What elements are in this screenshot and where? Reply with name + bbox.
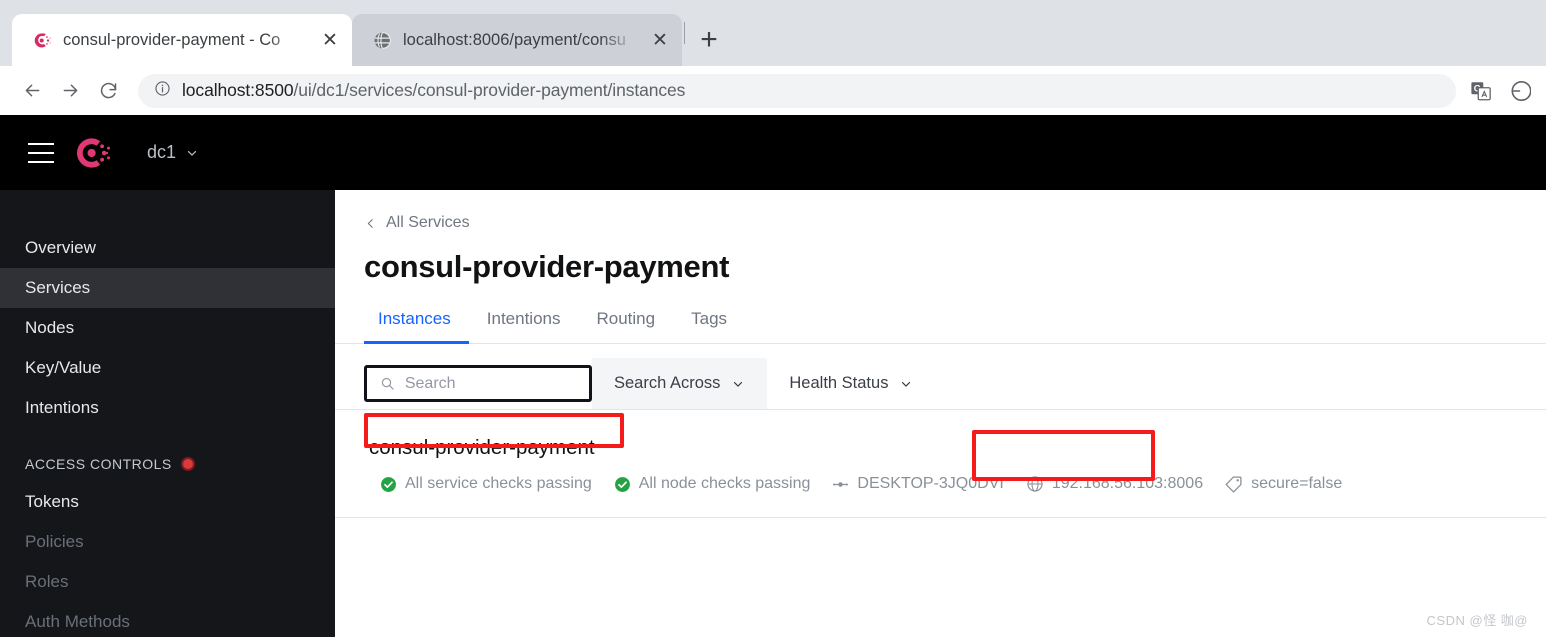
tag-icon [1225, 476, 1242, 493]
address-bar[interactable]: localhost:8500/ui/dc1/services/consul-pr… [138, 73, 1456, 108]
sidebar-section-label: ACCESS CONTROLS [25, 456, 172, 472]
translate-icon[interactable]: G [1466, 76, 1496, 106]
close-icon[interactable]: ✕ [648, 28, 672, 52]
page-title: consul-provider-payment [364, 249, 730, 284]
check-circle-icon [614, 476, 630, 492]
search-box[interactable] [364, 365, 592, 402]
tab-label: Tags [691, 309, 728, 328]
sidebar-section-access-controls: ACCESS CONTROLS [0, 446, 335, 482]
node-icon [833, 481, 849, 487]
globe-icon [372, 30, 392, 50]
browser-tab-payment[interactable]: localhost:8006/payment/consu ✕ [352, 14, 682, 66]
sidebar-item-label: Intentions [25, 398, 99, 417]
consul-top-header: dc1 [0, 115, 1546, 190]
breadcrumb[interactable]: All Services [335, 190, 1546, 232]
health-status-dropdown[interactable]: Health Status [767, 358, 935, 409]
hamburger-menu-icon[interactable] [28, 142, 54, 163]
search-icon [381, 377, 394, 390]
datacenter-label: dc1 [147, 142, 177, 162]
check-circle-icon [381, 476, 396, 492]
search-across-dropdown[interactable]: Search Across [592, 358, 768, 409]
browser-tab-title: localhost:8006/payment/consu [403, 30, 626, 49]
content-tabs: Instances Intentions Routing Tags [335, 291, 1546, 344]
sidebar-item-key-value[interactable]: Key/Value [0, 348, 335, 388]
sidebar-item-label: Auth Methods [25, 612, 130, 631]
tab-divider [684, 22, 685, 44]
sidebar-item-label: Tokens [25, 492, 79, 511]
search-across-label: Search Across [614, 374, 721, 392]
tab-label: Intentions [486, 309, 561, 328]
sidebar-item-overview[interactable]: Overview [0, 228, 335, 268]
datacenter-selector[interactable]: dc1 [147, 142, 199, 163]
tab-routing[interactable]: Routing [579, 309, 674, 343]
consul-icon [32, 30, 52, 50]
address-bar-url: localhost:8500/ui/dc1/services/consul-pr… [182, 80, 685, 101]
instance-tag-label: secure=false [1251, 475, 1343, 492]
toolbar-icon-group: G [1466, 76, 1534, 106]
browser-toolbar: localhost:8500/ui/dc1/services/consul-pr… [0, 66, 1546, 115]
profile-circle-icon[interactable] [1504, 76, 1534, 106]
tab-label: Routing [596, 309, 656, 328]
instance-tag: secure=false [1214, 469, 1353, 499]
sidebar-item-label: Roles [25, 572, 69, 591]
service-health-check: All service checks passing [369, 469, 603, 499]
instance-node-label: DESKTOP-3JQ0DVI [857, 475, 1004, 492]
sidebar-item-nodes[interactable]: Nodes [0, 308, 335, 348]
forward-button[interactable] [52, 73, 88, 109]
instance-meta: All service checks passing All node chec… [364, 469, 1546, 499]
filter-bar: Search Across Health Status [335, 358, 1546, 410]
chevron-down-icon [902, 381, 911, 387]
sidebar-item-tokens[interactable]: Tokens [0, 482, 335, 522]
service-health-label: All service checks passing [405, 475, 592, 492]
search-input[interactable] [404, 374, 576, 393]
browser-window: consul-provider-payment - Co ✕ localhost… [0, 0, 1546, 637]
globe-icon [1027, 476, 1043, 492]
reload-button[interactable] [90, 73, 126, 109]
new-tab-button[interactable]: + [691, 22, 727, 58]
chevron-down-icon [187, 150, 197, 156]
close-icon[interactable]: ✕ [318, 28, 342, 52]
instance-row[interactable]: consul-provider-payment All service chec… [335, 410, 1546, 518]
node-health-label: All node checks passing [638, 475, 811, 492]
breadcrumb-label: All Services [386, 214, 470, 231]
sidebar: Overview Services Nodes Key/Value Intent… [0, 190, 335, 637]
main-content: All Services consul-provider-payment Ins… [335, 190, 1546, 637]
browser-tab-title: consul-provider-payment - Co [63, 30, 281, 49]
tab-tags[interactable]: Tags [673, 309, 745, 343]
sidebar-item-label: Key/Value [25, 358, 102, 377]
url-path: /ui/dc1/services/consul-provider-payment… [293, 80, 686, 100]
consul-logo[interactable] [76, 135, 112, 171]
sidebar-item-label: Overview [25, 238, 96, 257]
sidebar-item-intentions[interactable]: Intentions [0, 388, 335, 428]
consul-body: Overview Services Nodes Key/Value Intent… [0, 190, 1546, 637]
instance-name[interactable]: consul-provider-payment [360, 432, 604, 464]
consul-app: dc1 Overview Services Nodes Key/Value In… [0, 115, 1546, 637]
sidebar-item-services[interactable]: Services [0, 268, 335, 308]
chevron-left-icon [367, 218, 373, 228]
sidebar-item-auth-methods[interactable]: Auth Methods [0, 602, 335, 637]
sidebar-item-label: Services [25, 278, 91, 297]
instance-node[interactable]: DESKTOP-3JQ0DVI [821, 469, 1014, 499]
url-host: localhost:8500 [182, 80, 294, 100]
browser-tabstrip: consul-provider-payment - Co ✕ localhost… [0, 0, 1546, 66]
tab-label: Instances [378, 309, 451, 328]
browser-tab-consul[interactable]: consul-provider-payment - Co ✕ [12, 14, 352, 66]
tab-instances[interactable]: Instances [364, 309, 469, 344]
instance-address-label: 192.168.56.103:8006 [1051, 475, 1204, 492]
sidebar-item-policies[interactable]: Policies [0, 522, 335, 562]
sidebar-item-label: Policies [25, 532, 84, 551]
tab-intentions[interactable]: Intentions [469, 309, 579, 343]
back-button[interactable] [14, 73, 50, 109]
info-circle-icon[interactable] [154, 80, 171, 102]
node-health-check: All node checks passing [603, 469, 822, 499]
health-status-label: Health Status [789, 374, 889, 392]
instance-address: 192.168.56.103:8006 [1015, 469, 1214, 499]
chevron-down-icon [734, 381, 743, 387]
sidebar-item-roles[interactable]: Roles [0, 562, 335, 602]
sidebar-item-label: Nodes [25, 318, 75, 337]
watermark: CSDN @怪 咖@ [1426, 613, 1528, 628]
red-dot-icon [180, 457, 195, 471]
